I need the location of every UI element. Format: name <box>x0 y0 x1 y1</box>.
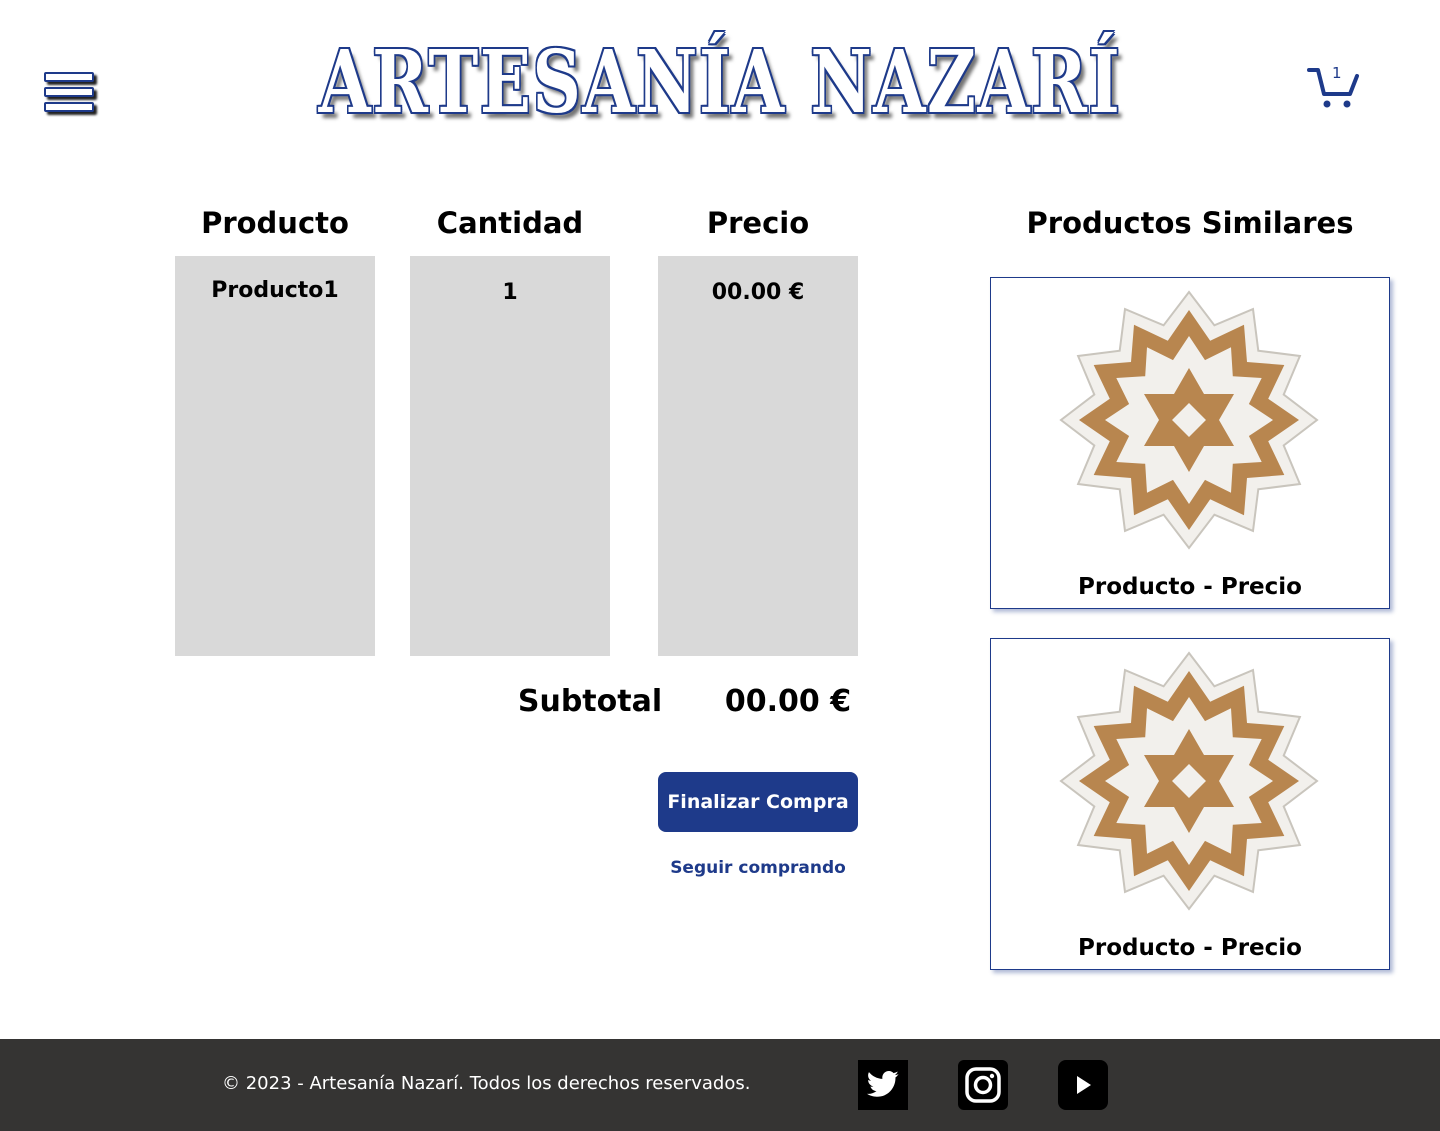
column-header-product: Producto <box>201 206 349 240</box>
similar-product-card[interactable]: Producto - Precio <box>990 638 1390 970</box>
youtube-link[interactable] <box>1058 1060 1108 1110</box>
nasrid-star-tile-image <box>1059 290 1319 550</box>
cart-count-badge: 1 <box>1332 64 1342 82</box>
copyright-text: © 2023 - Artesanía Nazarí. Todos los der… <box>222 1073 751 1094</box>
shopping-cart-button[interactable]: 1 <box>1306 62 1362 112</box>
column-header-quantity: Cantidad <box>436 206 584 240</box>
similar-product-caption: Producto - Precio <box>1078 935 1302 961</box>
price-column: 00.00 € <box>658 256 858 656</box>
product-column: Producto1 <box>175 256 375 656</box>
product-quantity[interactable]: 1 <box>410 256 610 305</box>
similar-products-title: Productos Similares <box>1026 206 1354 240</box>
youtube-icon <box>1077 1076 1091 1094</box>
similar-product-caption: Producto - Precio <box>1078 574 1302 600</box>
twitter-link[interactable] <box>858 1060 908 1110</box>
continue-shopping-link[interactable]: Seguir comprando <box>658 858 858 878</box>
product-price: 00.00 € <box>711 280 805 305</box>
site-footer: © 2023 - Artesanía Nazarí. Todos los der… <box>0 1039 1440 1131</box>
checkout-button[interactable]: Finalizar Compra <box>658 772 858 832</box>
quantity-column: 1 <box>410 256 610 656</box>
subtotal-value: 00.00 € <box>724 684 852 719</box>
instagram-icon <box>965 1067 1001 1103</box>
instagram-link[interactable] <box>958 1060 1008 1110</box>
similar-product-card[interactable]: Producto - Precio <box>990 277 1390 609</box>
hamburger-menu-icon[interactable] <box>44 72 94 122</box>
column-header-price: Precio <box>706 206 810 240</box>
product-name: Producto1 <box>211 278 339 303</box>
twitter-icon <box>866 1070 899 1097</box>
site-logo[interactable]: ARTESANÍA NAZARÍ <box>319 22 1120 142</box>
nasrid-star-tile-image <box>1059 651 1319 911</box>
subtotal-label: Subtotal <box>517 684 663 719</box>
